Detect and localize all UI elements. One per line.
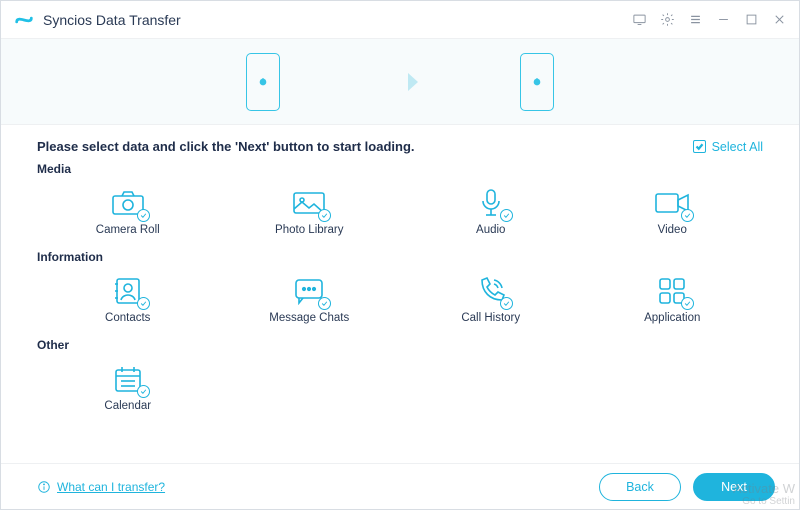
content-area: Please select data and click the 'Next' …	[1, 125, 799, 463]
section-label-information: Information	[37, 250, 763, 264]
calendar-icon	[108, 362, 148, 396]
help-link-label: What can I transfer?	[57, 480, 165, 494]
item-label: Call History	[461, 312, 520, 324]
item-audio[interactable]: Audio	[400, 180, 582, 244]
other-grid: Calendar	[37, 356, 763, 420]
media-grid: Camera Roll Photo Library Audio	[37, 180, 763, 244]
info-icon	[37, 480, 51, 494]
gear-icon[interactable]	[659, 12, 675, 28]
item-call-history[interactable]: Call History	[400, 268, 582, 332]
item-calendar[interactable]: Calendar	[37, 356, 219, 420]
check-badge-icon	[681, 297, 694, 310]
footer-buttons: Back Next	[599, 473, 775, 501]
item-label: Message Chats	[269, 312, 349, 324]
titlebar: Syncios Data Transfer	[1, 1, 799, 39]
target-phone-icon	[520, 53, 554, 111]
application-icon	[652, 274, 692, 308]
footer: What can I transfer? Back Next	[1, 463, 799, 509]
help-link[interactable]: What can I transfer?	[37, 480, 165, 494]
titlebar-controls	[631, 12, 787, 28]
menu-icon[interactable]	[687, 12, 703, 28]
maximize-icon[interactable]	[743, 12, 759, 28]
select-all-checkbox[interactable]: Select All	[693, 140, 763, 154]
check-badge-icon	[137, 297, 150, 310]
app-window: Syncios Data Transfer	[0, 0, 800, 510]
information-grid: Contacts Message Chats Call History	[37, 268, 763, 332]
item-photo-library[interactable]: Photo Library	[219, 180, 401, 244]
check-badge-icon	[500, 209, 513, 222]
item-label: Calendar	[104, 400, 151, 412]
next-button-label: Next	[721, 480, 747, 494]
item-label: Photo Library	[275, 224, 343, 236]
instruction-text: Please select data and click the 'Next' …	[37, 139, 415, 154]
close-icon[interactable]	[771, 12, 787, 28]
app-logo	[13, 9, 35, 31]
item-label: Camera Roll	[96, 224, 160, 236]
item-label: Contacts	[105, 312, 150, 324]
photo-library-icon	[289, 186, 329, 220]
camera-icon	[108, 186, 148, 220]
item-message-chats[interactable]: Message Chats	[219, 268, 401, 332]
call-history-icon	[471, 274, 511, 308]
instruction-row: Please select data and click the 'Next' …	[37, 139, 763, 154]
next-button[interactable]: Next	[693, 473, 775, 501]
section-label-other: Other	[37, 338, 763, 352]
checkbox-icon	[693, 140, 706, 153]
item-label: Application	[644, 312, 700, 324]
message-icon	[289, 274, 329, 308]
device-hero	[1, 39, 799, 125]
item-camera-roll[interactable]: Camera Roll	[37, 180, 219, 244]
transfer-arrow-icon	[380, 69, 420, 95]
check-badge-icon	[500, 297, 513, 310]
check-badge-icon	[318, 297, 331, 310]
source-phone-icon	[246, 53, 280, 111]
check-badge-icon	[137, 209, 150, 222]
item-contacts[interactable]: Contacts	[37, 268, 219, 332]
section-label-media: Media	[37, 162, 763, 176]
item-label: Audio	[476, 224, 505, 236]
back-button[interactable]: Back	[599, 473, 681, 501]
contacts-icon	[108, 274, 148, 308]
display-icon[interactable]	[631, 12, 647, 28]
back-button-label: Back	[626, 480, 654, 494]
item-label: Video	[658, 224, 687, 236]
app-title: Syncios Data Transfer	[43, 12, 181, 28]
minimize-icon[interactable]	[715, 12, 731, 28]
check-badge-icon	[137, 385, 150, 398]
check-badge-icon	[318, 209, 331, 222]
item-video[interactable]: Video	[582, 180, 764, 244]
select-all-label: Select All	[712, 140, 763, 154]
check-badge-icon	[681, 209, 694, 222]
item-application[interactable]: Application	[582, 268, 764, 332]
audio-icon	[471, 186, 511, 220]
video-icon	[652, 186, 692, 220]
